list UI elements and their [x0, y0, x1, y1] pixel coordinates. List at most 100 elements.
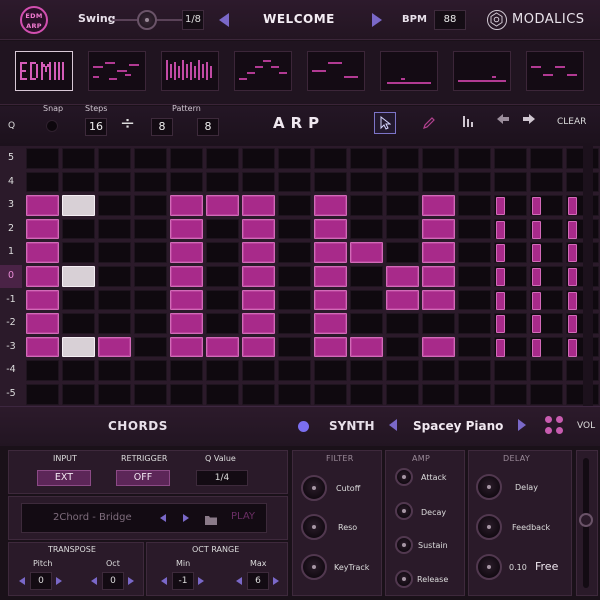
synth-power-icon[interactable] [298, 421, 309, 432]
pattern-thumbnail-6[interactable] [380, 51, 438, 91]
grid-cell[interactable] [278, 336, 311, 358]
grid-cell[interactable] [350, 336, 383, 358]
grid-cell[interactable] [26, 313, 59, 334]
grid-cell[interactable] [350, 148, 383, 169]
grid-cell[interactable] [278, 289, 311, 311]
grid-cell[interactable] [242, 289, 275, 311]
input-ext-button[interactable]: EXT [37, 470, 91, 486]
pattern-thumbnail-3[interactable] [161, 51, 219, 91]
grid-cell[interactable] [458, 148, 491, 169]
chord-next-arrow-icon[interactable] [183, 514, 189, 522]
grid-cell[interactable] [458, 218, 491, 240]
cutoff-knob[interactable] [301, 475, 327, 501]
grid-cell[interactable] [314, 289, 347, 311]
grid-cell[interactable] [98, 242, 131, 263]
grid-cell[interactable] [26, 360, 59, 381]
grid-cell[interactable] [494, 266, 527, 287]
grid-cell[interactable] [314, 242, 347, 263]
grid-cell[interactable] [134, 384, 167, 405]
grid-cell[interactable] [134, 360, 167, 381]
grid-cell[interactable] [278, 148, 311, 169]
folder-icon[interactable] [204, 511, 218, 530]
grid-cell[interactable] [206, 360, 239, 381]
grid-cell[interactable] [170, 360, 203, 381]
grid-cell[interactable] [62, 242, 95, 263]
grid-cell[interactable] [314, 313, 347, 334]
grid-cell[interactable] [530, 289, 563, 311]
division-input[interactable]: 8 [151, 118, 173, 136]
delay-knob[interactable] [476, 474, 502, 500]
grid-cell[interactable] [242, 218, 275, 240]
grid-cell[interactable] [242, 171, 275, 193]
grid-cell[interactable] [422, 195, 455, 216]
grid-cell[interactable] [494, 289, 527, 311]
grid-cell[interactable] [206, 313, 239, 334]
grid-cell[interactable] [458, 266, 491, 287]
swing-value-field[interactable]: 1/8 [182, 10, 204, 30]
grid-cell[interactable] [386, 360, 419, 381]
grid-cell[interactable] [26, 289, 59, 311]
grid-cell[interactable] [242, 336, 275, 358]
grid-cell[interactable] [26, 148, 59, 169]
preset-next-arrow-icon[interactable] [372, 13, 382, 27]
grid-cell[interactable] [530, 384, 563, 405]
grid-cell[interactable] [494, 195, 527, 216]
grid-cell[interactable] [422, 148, 455, 169]
grid-cell[interactable] [350, 313, 383, 334]
bars-icon[interactable] [462, 114, 474, 131]
chord-prev-arrow-icon[interactable] [160, 514, 166, 522]
dots-grid-icon[interactable] [545, 416, 565, 436]
grid-cell[interactable] [494, 360, 527, 381]
delay-mode-toggle[interactable]: Free [535, 560, 558, 573]
grid-cell[interactable] [494, 242, 527, 263]
min-up-arrow-icon[interactable] [198, 577, 204, 585]
grid-cell[interactable] [494, 171, 527, 193]
grid-cell[interactable] [206, 195, 239, 216]
grid-cell[interactable] [98, 148, 131, 169]
grid-cell[interactable] [206, 266, 239, 287]
feedback-knob[interactable] [476, 514, 502, 540]
pattern-thumbnail-5[interactable] [307, 51, 365, 91]
attack-knob[interactable] [395, 468, 413, 486]
grid-cell[interactable] [134, 218, 167, 240]
grid-cell[interactable] [386, 171, 419, 193]
oct-down-arrow-icon[interactable] [91, 577, 97, 585]
grid-cell[interactable] [278, 266, 311, 287]
grid-cell[interactable] [26, 384, 59, 405]
grid-cell[interactable] [530, 360, 563, 381]
grid-cell[interactable] [278, 242, 311, 263]
grid-cell[interactable] [26, 171, 59, 193]
grid-cell[interactable] [350, 360, 383, 381]
synth-preset-name[interactable]: Spacey Piano [413, 419, 503, 433]
min-field[interactable]: -1 [172, 572, 194, 590]
grid-cell[interactable] [530, 336, 563, 358]
grid-cell[interactable] [458, 384, 491, 405]
grid-cell[interactable] [314, 218, 347, 240]
grid-cell[interactable] [350, 384, 383, 405]
grid-cell[interactable] [170, 336, 203, 358]
pattern-thumbnail-4[interactable] [234, 51, 292, 91]
grid-cell[interactable] [170, 242, 203, 263]
grid-cell[interactable] [62, 266, 95, 287]
grid-cell[interactable] [134, 313, 167, 334]
q-value-field[interactable]: 1/4 [196, 470, 248, 486]
grid-cell[interactable] [350, 171, 383, 193]
grid-cell[interactable] [422, 242, 455, 263]
keytrack-knob[interactable] [301, 554, 327, 580]
grid-cell[interactable] [98, 171, 131, 193]
grid-cell[interactable] [98, 360, 131, 381]
grid-cell[interactable] [278, 195, 311, 216]
grid-cell[interactable] [386, 313, 419, 334]
grid-cell[interactable] [170, 171, 203, 193]
grid-cell[interactable] [170, 266, 203, 287]
grid-cell[interactable] [206, 171, 239, 193]
grid-cell[interactable] [242, 384, 275, 405]
grid-cell[interactable] [314, 360, 347, 381]
grid-cell[interactable] [386, 384, 419, 405]
max-up-arrow-icon[interactable] [273, 577, 279, 585]
grid-cell[interactable] [206, 148, 239, 169]
grid-cell[interactable] [350, 242, 383, 263]
grid-cell[interactable] [314, 336, 347, 358]
grid-cell[interactable] [26, 218, 59, 240]
undo-arrow-icon[interactable] [495, 112, 511, 130]
